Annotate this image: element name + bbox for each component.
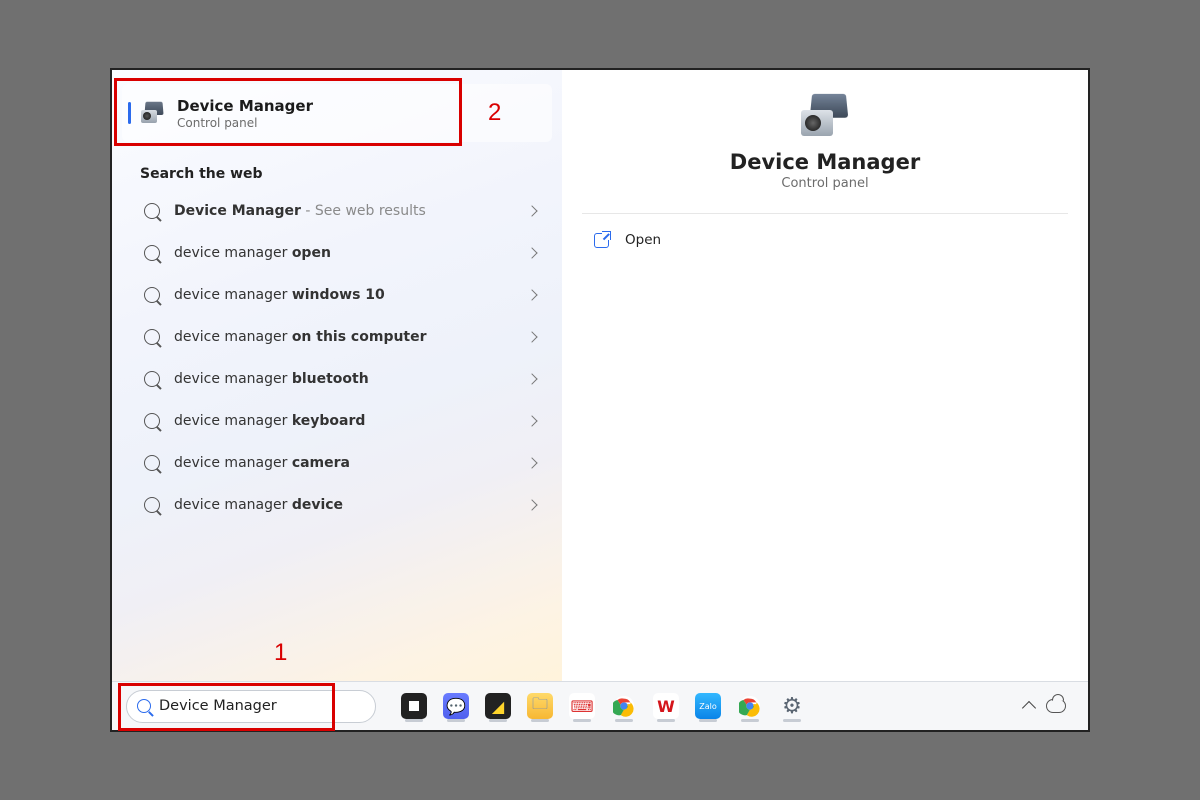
chevron-right-icon — [526, 373, 537, 384]
chevron-right-icon — [526, 205, 537, 216]
web-results-header: Search the web — [140, 166, 562, 182]
search-icon — [144, 497, 160, 513]
web-result-row[interactable]: Device Manager - See web results — [120, 190, 554, 232]
taskbar-app-chat[interactable]: 💬 — [438, 688, 474, 724]
web-result-text: device manager bluetooth — [174, 371, 528, 387]
taskbar-search[interactable] — [126, 690, 376, 723]
web-result-row[interactable]: device manager on this computer — [120, 316, 554, 358]
web-result-row[interactable]: device manager windows 10 — [120, 274, 554, 316]
taskbar: 💬 ◢ 🗀 ⌨ W Zalo ⚙ — [112, 681, 1088, 730]
chrome2-icon — [737, 693, 763, 719]
taskbar-zalo[interactable]: Zalo — [690, 688, 726, 724]
chrome-icon — [611, 693, 637, 719]
taskbar-file-explorer[interactable]: 🗀 — [522, 688, 558, 724]
app-chat-icon: 💬 — [443, 693, 469, 719]
taskbar-chrome2[interactable] — [732, 688, 768, 724]
chevron-right-icon — [526, 331, 537, 342]
open-action[interactable]: Open — [562, 214, 1088, 266]
web-result-text: device manager device — [174, 497, 528, 513]
web-result-text: device manager camera — [174, 455, 528, 471]
taskbar-wps[interactable]: W — [648, 688, 684, 724]
search-input[interactable] — [159, 698, 369, 714]
annotation-number-1: 1 — [274, 639, 287, 667]
taskbar-app-unikey[interactable]: ⌨ — [564, 688, 600, 724]
device-manager-icon-large — [797, 92, 853, 140]
app-note-icon: ◢ — [485, 693, 511, 719]
search-icon — [144, 203, 160, 219]
taskbar-settings[interactable]: ⚙ — [774, 688, 810, 724]
device-manager-icon — [139, 101, 167, 125]
web-result-row[interactable]: device manager open — [120, 232, 554, 274]
search-icon — [144, 287, 160, 303]
search-icon — [137, 699, 151, 713]
wps-icon: W — [653, 693, 679, 719]
chevron-right-icon — [526, 499, 537, 510]
taskbar-items: 💬 ◢ 🗀 ⌨ W Zalo ⚙ — [396, 688, 810, 724]
settings-icon: ⚙ — [779, 693, 805, 719]
open-icon — [594, 233, 609, 248]
web-result-row[interactable]: device manager camera — [120, 442, 554, 484]
results-column: Device Manager Control panel 2 Search th… — [112, 70, 562, 683]
search-icon — [144, 329, 160, 345]
search-icon — [144, 245, 160, 261]
chevron-right-icon — [526, 415, 537, 426]
app-unikey-icon: ⌨ — [569, 693, 595, 719]
best-match-title: Device Manager — [177, 97, 538, 115]
annotation-number-2: 2 — [488, 99, 501, 127]
web-result-text: device manager open — [174, 245, 528, 261]
detail-column: Device Manager Control panel Open — [562, 70, 1088, 683]
search-icon — [144, 413, 160, 429]
system-tray[interactable] — [1024, 699, 1074, 713]
web-results-list: Device Manager - See web results device m… — [112, 190, 562, 526]
chevron-right-icon — [526, 457, 537, 468]
taskbar-app-note[interactable]: ◢ — [480, 688, 516, 724]
best-match-result[interactable]: Device Manager Control panel 2 — [122, 84, 552, 142]
web-result-text: device manager on this computer — [174, 329, 528, 345]
zalo-icon: Zalo — [695, 693, 721, 719]
web-result-row[interactable]: device manager keyboard — [120, 400, 554, 442]
tray-overflow-icon[interactable] — [1022, 701, 1036, 715]
best-match-subtitle: Control panel — [177, 116, 538, 130]
detail-subtitle: Control panel — [562, 176, 1088, 191]
web-result-row[interactable]: device manager bluetooth — [120, 358, 554, 400]
detail-title: Device Manager — [562, 150, 1088, 174]
chevron-right-icon — [526, 289, 537, 300]
search-panel: Device Manager Control panel 2 Search th… — [112, 70, 1088, 683]
taskbar-task-view[interactable] — [396, 688, 432, 724]
search-icon — [144, 455, 160, 471]
screenshot-frame: Device Manager Control panel 2 Search th… — [110, 68, 1090, 732]
file-explorer-icon: 🗀 — [527, 693, 553, 719]
open-label: Open — [625, 232, 661, 248]
web-result-text: device manager windows 10 — [174, 287, 528, 303]
web-result-text: Device Manager - See web results — [174, 203, 528, 219]
taskbar-chrome[interactable] — [606, 688, 642, 724]
selection-indicator — [128, 102, 131, 124]
task-view-icon — [401, 693, 427, 719]
onedrive-icon[interactable] — [1046, 699, 1066, 713]
chevron-right-icon — [526, 247, 537, 258]
web-result-text: device manager keyboard — [174, 413, 528, 429]
search-icon — [144, 371, 160, 387]
web-result-row[interactable]: device manager device — [120, 484, 554, 526]
